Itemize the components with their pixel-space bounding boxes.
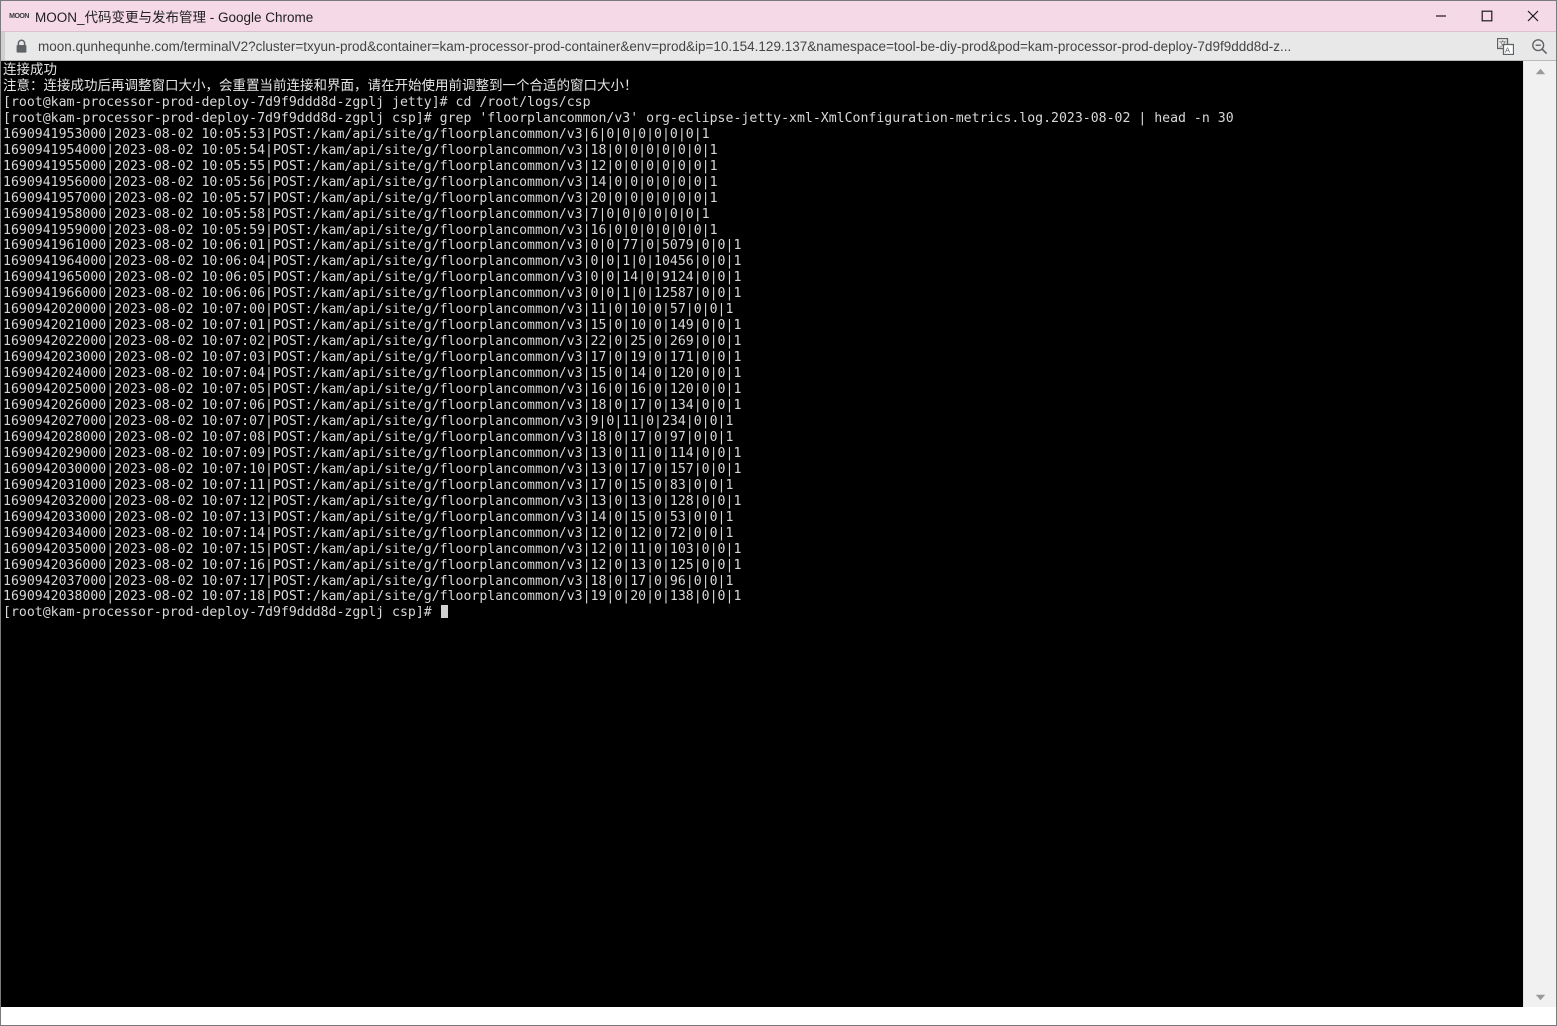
lock-icon[interactable] — [15, 39, 28, 54]
lock-glyph — [16, 39, 27, 53]
caret-down-icon — [1535, 994, 1545, 1000]
page-bottom-whitespace — [1, 1007, 1556, 1025]
terminal-log-line: 1690941953000|2023-08-02 10:05:53|POST:/… — [3, 126, 710, 142]
caret-up-icon — [1535, 68, 1545, 74]
terminal-log-line: 1690942028000|2023-08-02 10:07:08|POST:/… — [3, 429, 734, 445]
terminal-log-line: 1690941965000|2023-08-02 10:06:05|POST:/… — [3, 270, 742, 286]
terminal-log-line: 1690941958000|2023-08-02 10:05:58|POST:/… — [3, 206, 710, 222]
terminal-log-line: 1690942030000|2023-08-02 10:07:10|POST:/… — [3, 461, 742, 477]
minimize-icon — [1436, 15, 1446, 17]
window-titlebar[interactable]: MOON MOON_代码变更与发布管理 - Google Chrome — [1, 1, 1556, 32]
terminal-log-line: 1690941956000|2023-08-02 10:05:56|POST:/… — [3, 174, 718, 190]
terminal-cursor — [440, 605, 448, 619]
terminal-buffer: 连接成功 注意：连接成功后再调整窗口大小，会重置当前连接和界面，请在开始使用前调… — [1, 61, 1523, 621]
terminal-active-prompt-text: [root@kam-processor-prod-deploy-7d9f9ddd… — [3, 605, 440, 621]
terminal-log-line: 1690942032000|2023-08-02 10:07:12|POST:/… — [3, 493, 742, 509]
scroll-up-arrow[interactable] — [1524, 61, 1556, 81]
terminal-log-line: 1690941957000|2023-08-02 10:05:57|POST:/… — [3, 190, 718, 206]
terminal-prompt-line: [root@kam-processor-prod-deploy-7d9f9ddd… — [3, 110, 1234, 126]
toolbar-left-edge — [1, 32, 5, 60]
close-button[interactable] — [1510, 1, 1556, 31]
terminal-log-line: 1690942022000|2023-08-02 10:07:02|POST:/… — [3, 334, 742, 350]
terminal-log-line: 1690942035000|2023-08-02 10:07:15|POST:/… — [3, 541, 742, 557]
terminal-log-line: 1690942031000|2023-08-02 10:07:11|POST:/… — [3, 477, 734, 493]
terminal-log-line: 1690941954000|2023-08-02 10:05:54|POST:/… — [3, 142, 718, 158]
maximize-icon — [1481, 10, 1493, 22]
web-terminal[interactable]: 连接成功 注意：连接成功后再调整窗口大小，会重置当前连接和界面，请在开始使用前调… — [1, 61, 1524, 1007]
page-scrollbar[interactable] — [1523, 61, 1556, 1007]
page-content: 连接成功 注意：连接成功后再调整窗口大小，会重置当前连接和界面，请在开始使用前调… — [1, 61, 1556, 1025]
magnifier-minus-glyph — [1531, 38, 1547, 54]
terminal-log-line: 1690942037000|2023-08-02 10:07:17|POST:/… — [3, 573, 734, 589]
terminal-log-line: 1690942029000|2023-08-02 10:07:09|POST:/… — [3, 445, 742, 461]
minimize-button[interactable] — [1418, 1, 1464, 31]
window-controls — [1418, 1, 1556, 31]
terminal-log-line: 1690941964000|2023-08-02 10:06:04|POST:/… — [3, 254, 742, 270]
terminal-log-line: 1690941966000|2023-08-02 10:06:06|POST:/… — [3, 286, 742, 302]
scroll-down-arrow[interactable] — [1524, 987, 1556, 1007]
address-bar-url[interactable]: moon.qunhequnhe.com/terminalV2?cluster=t… — [38, 39, 1488, 54]
browser-toolbar: moon.qunhequnhe.com/terminalV2?cluster=t… — [1, 32, 1556, 61]
terminal-log-line: 1690942025000|2023-08-02 10:07:05|POST:/… — [3, 382, 742, 398]
terminal-banner-line: 连接成功 — [3, 62, 57, 78]
terminal-log-line: 1690942023000|2023-08-02 10:07:03|POST:/… — [3, 350, 742, 366]
svg-text:A: A — [1505, 45, 1510, 54]
terminal-log-line: 1690942027000|2023-08-02 10:07:07|POST:/… — [3, 413, 734, 429]
terminal-log-line: 1690941955000|2023-08-02 10:05:55|POST:/… — [3, 158, 718, 174]
terminal-log-line: 1690942024000|2023-08-02 10:07:04|POST:/… — [3, 366, 742, 382]
terminal-log-line: 1690942021000|2023-08-02 10:07:01|POST:/… — [3, 318, 742, 334]
terminal-log-line: 1690942036000|2023-08-02 10:07:16|POST:/… — [3, 557, 742, 573]
close-icon — [1527, 10, 1539, 22]
terminal-log-line: 1690942020000|2023-08-02 10:07:00|POST:/… — [3, 302, 734, 318]
translate-icon[interactable]: 文 A — [1488, 37, 1522, 55]
terminal-log-line: 1690942026000|2023-08-02 10:07:06|POST:/… — [3, 398, 742, 414]
zoom-out-icon[interactable] — [1522, 38, 1556, 55]
terminal-prompt-line: [root@kam-processor-prod-deploy-7d9f9ddd… — [3, 94, 591, 110]
maximize-button[interactable] — [1464, 1, 1510, 31]
terminal-active-prompt[interactable]: [root@kam-processor-prod-deploy-7d9f9ddd… — [3, 605, 1523, 621]
terminal-log-line: 1690941959000|2023-08-02 10:05:59|POST:/… — [3, 222, 718, 238]
browser-window: MOON MOON_代码变更与发布管理 - Google Chrome moon… — [0, 0, 1557, 1026]
terminal-log-line: 1690942033000|2023-08-02 10:07:13|POST:/… — [3, 509, 734, 525]
translate-glyph: 文 A — [1496, 37, 1514, 55]
favicon-label: MOON — [9, 12, 29, 20]
terminal-log-line: 1690941961000|2023-08-02 10:06:01|POST:/… — [3, 238, 742, 254]
site-favicon-icon: MOON — [9, 8, 29, 24]
terminal-banner-line: 注意：连接成功后再调整窗口大小，会重置当前连接和界面，请在开始使用前调整到一个合… — [3, 77, 638, 94]
terminal-log-line: 1690942038000|2023-08-02 10:07:18|POST:/… — [3, 589, 742, 605]
window-title: MOON_代码变更与发布管理 - Google Chrome — [35, 10, 314, 25]
terminal-log-line: 1690942034000|2023-08-02 10:07:14|POST:/… — [3, 525, 734, 541]
